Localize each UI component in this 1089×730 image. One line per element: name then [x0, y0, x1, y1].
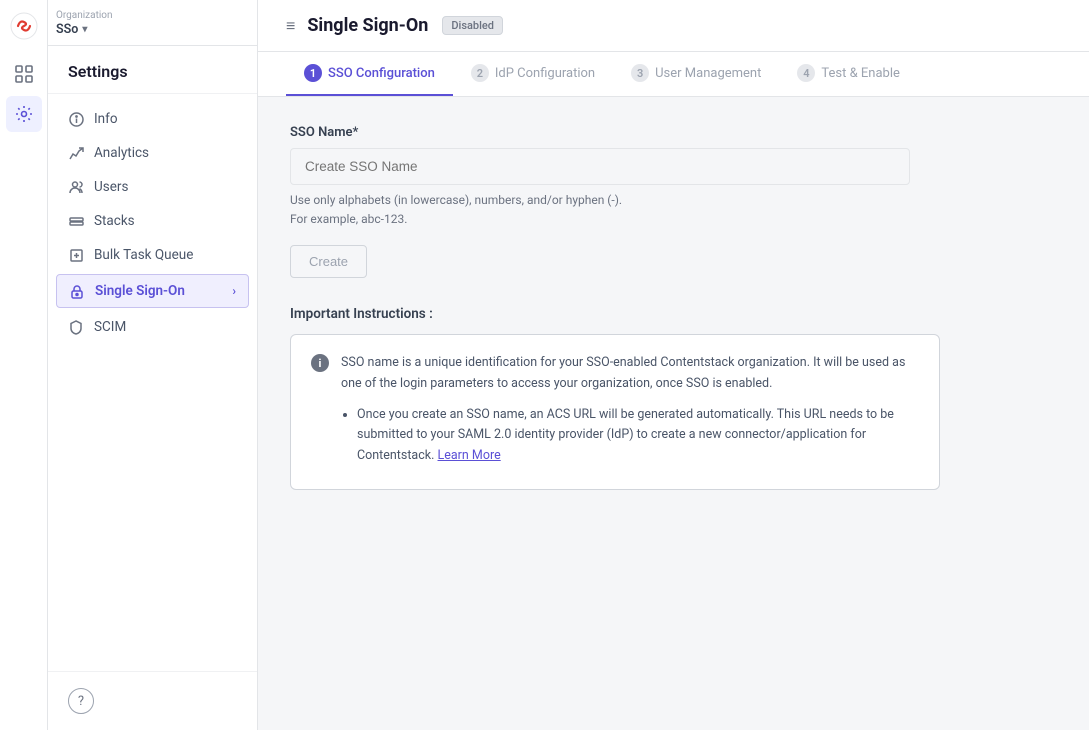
- tab-test-enable[interactable]: 4 Test & Enable: [779, 52, 918, 96]
- sso-name-input[interactable]: [290, 148, 910, 185]
- sidebar-item-scim[interactable]: SCIM: [48, 310, 257, 344]
- sidebar-item-analytics[interactable]: Analytics: [48, 136, 257, 170]
- tab-3-num: 3: [631, 64, 649, 82]
- info-circle-icon: i: [311, 354, 329, 372]
- sidebar-bottom: ?: [48, 671, 257, 730]
- sidebar: Organization SSo ▾ Settings Info: [48, 0, 258, 730]
- page-title: Single Sign-On: [307, 15, 428, 36]
- tab-4-label: Test & Enable: [821, 66, 900, 81]
- users-icon: [68, 179, 84, 195]
- sidebar-item-stacks[interactable]: Stacks: [48, 204, 257, 238]
- learn-more-link[interactable]: Learn More: [438, 448, 501, 463]
- tab-4-num: 4: [797, 64, 815, 82]
- tabs-bar: 1 SSO Configuration 2 IdP Configuration …: [258, 52, 1089, 97]
- content-area: SSO Name* Use only alphabets (in lowerca…: [258, 97, 1089, 730]
- org-dropdown[interactable]: Organization SSo ▾: [48, 0, 257, 46]
- tab-1-num: 1: [304, 64, 322, 82]
- tab-1-label: SSO Configuration: [328, 66, 435, 81]
- sidebar-nav: Info Analytics: [48, 94, 257, 671]
- instructions-box: i SSO name is a unique identification fo…: [290, 334, 940, 489]
- hint-line2: For example, abc-123.: [290, 212, 407, 226]
- instructions-title: Important Instructions :: [290, 306, 1057, 322]
- chevron-right-icon: ›: [232, 284, 236, 298]
- tab-2-label: IdP Configuration: [495, 66, 595, 81]
- stacks-icon: [68, 213, 84, 229]
- sidebar-item-bulk-task-queue-label: Bulk Task Queue: [94, 247, 193, 263]
- icon-bar: [0, 0, 48, 730]
- menu-icon: ≡: [286, 16, 295, 36]
- sidebar-item-stacks-label: Stacks: [94, 213, 135, 229]
- org-name: SSo: [56, 22, 78, 37]
- sidebar-title: Settings: [48, 46, 257, 94]
- sidebar-item-users-label: Users: [94, 179, 128, 195]
- app-logo[interactable]: [10, 12, 38, 44]
- tab-idp-configuration[interactable]: 2 IdP Configuration: [453, 52, 613, 96]
- nav-settings-icon[interactable]: [6, 96, 42, 132]
- sso-name-label: SSO Name*: [290, 125, 1057, 140]
- hint-line1: Use only alphabets (in lowercase), numbe…: [290, 193, 622, 207]
- instructions-bullet1: Once you create an SSO name, an ACS URL …: [357, 405, 919, 467]
- sidebar-item-info-label: Info: [94, 111, 118, 127]
- main-content: ≡ Single Sign-On Disabled 1 SSO Configur…: [258, 0, 1089, 730]
- sidebar-item-users[interactable]: Users: [48, 170, 257, 204]
- create-button[interactable]: Create: [290, 245, 367, 278]
- sidebar-item-single-sign-on-label: Single Sign-On: [95, 283, 185, 299]
- sidebar-item-bulk-task-queue[interactable]: Bulk Task Queue: [48, 238, 257, 272]
- info-icon: [68, 111, 84, 127]
- org-chevron-icon: ▾: [82, 24, 87, 35]
- sidebar-item-single-sign-on[interactable]: Single Sign-On ›: [56, 274, 249, 308]
- org-label: Organization: [56, 10, 113, 21]
- analytics-icon: [68, 145, 84, 161]
- tasks-icon: [68, 247, 84, 263]
- help-button[interactable]: ?: [68, 688, 94, 714]
- nav-grid-icon[interactable]: [6, 56, 42, 92]
- field-hint: Use only alphabets (in lowercase), numbe…: [290, 191, 1057, 229]
- topbar: ≡ Single Sign-On Disabled: [258, 0, 1089, 52]
- lock-icon: [69, 283, 85, 299]
- tab-user-management[interactable]: 3 User Management: [613, 52, 779, 96]
- sidebar-item-scim-label: SCIM: [94, 319, 126, 335]
- status-badge: Disabled: [442, 16, 503, 35]
- sidebar-item-info[interactable]: Info: [48, 102, 257, 136]
- shield-icon: [68, 319, 84, 335]
- sidebar-item-analytics-label: Analytics: [94, 145, 149, 161]
- instructions-line1: SSO name is a unique identification for …: [341, 355, 905, 391]
- tab-2-num: 2: [471, 64, 489, 82]
- tab-sso-configuration[interactable]: 1 SSO Configuration: [286, 52, 453, 96]
- instructions-text: SSO name is a unique identification for …: [341, 353, 919, 470]
- tab-3-label: User Management: [655, 66, 761, 81]
